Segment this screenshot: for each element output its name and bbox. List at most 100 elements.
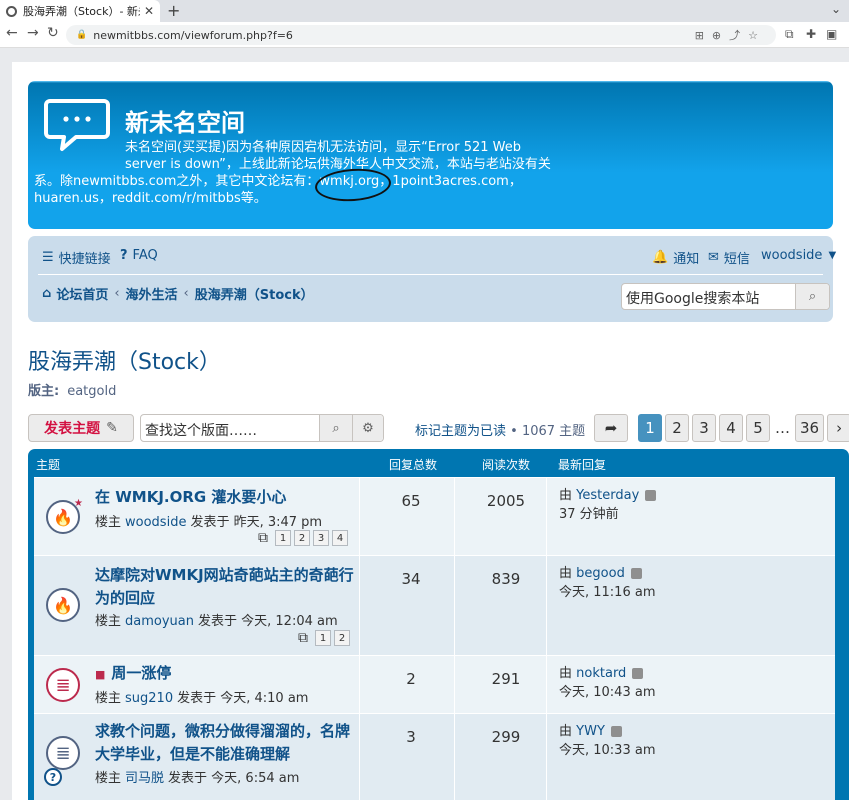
faq-label: FAQ	[132, 248, 158, 263]
view-count: 839	[491, 570, 521, 588]
user-menu[interactable]: woodside ▼	[761, 248, 836, 263]
last-post-user[interactable]: noktard	[576, 666, 626, 681]
last-post-time: 今天, 10:43 am	[559, 685, 656, 700]
table-row: 🔥 ★ 在 WMKJ.ORG 灌水要小心 楼主 woodside 发表于 昨天, 3…	[34, 477, 835, 555]
new-tab-icon[interactable]: +	[167, 1, 180, 20]
lock-icon[interactable]: 🔒	[76, 30, 87, 40]
moderator-link[interactable]: eatgold	[67, 384, 116, 399]
last-post: 由 Yesterday 37 分钟前	[559, 486, 657, 524]
page-button[interactable]: 2	[665, 414, 689, 442]
faq-link[interactable]: ? FAQ	[120, 248, 158, 263]
table-header: 主题 回复总数 阅读次数 最新回复	[28, 449, 849, 477]
back-icon[interactable]: ←	[6, 25, 18, 41]
crumb-overseas[interactable]: 海外生活	[126, 284, 178, 303]
posted-time: 发表于 昨天, 3:47 pm	[190, 515, 323, 530]
last-post-time: 今天, 10:33 am	[559, 743, 656, 758]
username: woodside	[761, 248, 823, 263]
forum-search-input[interactable]: 查找这个版面……	[141, 415, 320, 441]
last-post-user[interactable]: YWY	[576, 724, 605, 739]
pages-icon: ⧉	[258, 530, 268, 546]
page-button[interactable]: 4	[719, 414, 743, 442]
forward-icon[interactable]: →	[27, 25, 39, 41]
reply-count: 65	[401, 492, 421, 510]
topic-meta: 楼主 damoyuan 发表于 今天, 12:04 am	[95, 610, 338, 629]
mini-page[interactable]: 2	[334, 630, 350, 646]
topic-title[interactable]: 求教个问题，微积分做得溜溜的，名牌 大学毕业，但是不能准确理解	[95, 720, 350, 766]
goto-post-icon[interactable]	[630, 568, 642, 579]
forum-title[interactable]: 股海弄潮（Stock）	[28, 344, 221, 376]
last-post-user[interactable]: Yesterday	[576, 488, 639, 503]
breadcrumb: ⌂ 论坛首页 ‹ 海外生活 ‹ 股海弄潮（Stock）	[42, 284, 314, 303]
topic-author[interactable]: 司马脱	[125, 771, 164, 786]
tab-close-icon[interactable]: ✕	[144, 4, 154, 18]
view-count: 291	[491, 670, 521, 688]
new-topic-button[interactable]: 发表主题 ✎	[28, 414, 134, 442]
google-search: 使用Google搜索本站 ⌕	[621, 283, 830, 310]
topic-author[interactable]: damoyuan	[125, 614, 194, 629]
tab-search-icon[interactable]: ⌄	[831, 2, 841, 16]
mini-page[interactable]: 1	[275, 530, 291, 546]
mini-pagination: ⧉ 1 2	[298, 630, 350, 646]
crumb-home[interactable]: 论坛首页	[56, 284, 108, 303]
last-by-label: 由	[559, 488, 573, 503]
help-icon[interactable]: ?	[44, 768, 62, 786]
topic-title-line: 求教个问题，微积分做得溜溜的，名牌	[95, 722, 351, 740]
page-ellipsis: …	[775, 419, 790, 437]
next-page-icon[interactable]: ›	[827, 414, 849, 442]
search-icon[interactable]: ⌕	[320, 415, 353, 441]
page-button[interactable]: 1	[638, 414, 662, 442]
mini-page[interactable]: 1	[315, 630, 331, 646]
page-button[interactable]: 36	[795, 414, 825, 442]
mini-page[interactable]: 2	[294, 530, 310, 546]
google-search-input[interactable]: 使用Google搜索本站	[622, 284, 796, 309]
address-bar[interactable]: 🔒 newmitbbs.com/viewforum.php?f=6 ⊞⊕⤴☆	[66, 25, 776, 45]
posted-time: 发表于 今天, 6:54 am	[168, 771, 300, 786]
omnibox-tools-icon[interactable]: ⊞⊕⤴☆	[695, 27, 766, 43]
page-button[interactable]: 5	[746, 414, 770, 442]
topic-title[interactable]: 在 WMKJ.ORG 灌水要小心	[95, 486, 286, 509]
question-circle-icon: ?	[120, 248, 128, 263]
topic-title[interactable]: 达摩院对WMKJ网站奇葩站主的奇葩行 为的回应	[95, 564, 354, 610]
private-messages-link[interactable]: ✉ 短信	[708, 248, 750, 267]
browser-tabstrip: 股海弄潮（Stock）- 新未 ✕ + ⌄	[0, 0, 849, 22]
page: 新未名空间 未名空间(买买提)因为各种原因宕机无法访问，显示“Error 521…	[12, 62, 849, 800]
goto-post-icon[interactable]	[610, 726, 622, 737]
page-button[interactable]: 3	[692, 414, 716, 442]
jump-to-page-icon[interactable]: ➦	[594, 414, 628, 442]
notifications-link[interactable]: 🔔 通知	[652, 248, 699, 267]
sidepanel-icon[interactable]: ▣	[826, 27, 837, 41]
site-title[interactable]: 新未名空间	[125, 103, 245, 138]
mark-read-link[interactable]: 标记主题为已读	[415, 424, 506, 439]
quicklinks-menu[interactable]: ☰ 快捷链接	[42, 248, 111, 267]
crumb-sep: ‹	[183, 286, 189, 301]
mini-page[interactable]: 4	[332, 530, 348, 546]
pagination: ➦ 1 2 3 4 5 … 36 ›	[594, 414, 849, 442]
topic-title-line: 为的回应	[95, 589, 156, 607]
divider	[359, 478, 360, 555]
site-header: 新未名空间 未名空间(买买提)因为各种原因宕机无法访问，显示“Error 521…	[28, 81, 833, 229]
goto-post-icon[interactable]	[645, 490, 657, 501]
navbar: ☰ 快捷链接 ? FAQ 🔔 通知 ✉ 短信 woodside ▼ ⌂ 论坛首页…	[28, 236, 836, 322]
topic-author[interactable]: sug210	[125, 691, 173, 706]
hamburger-icon: ☰	[42, 250, 54, 265]
puzzle-icon[interactable]: ✚	[806, 27, 816, 41]
extension-icon[interactable]: ⧉	[785, 27, 794, 42]
crumb-stock[interactable]: 股海弄潮（Stock）	[195, 284, 314, 303]
mini-page[interactable]: 3	[313, 530, 329, 546]
goto-post-icon[interactable]	[632, 668, 644, 679]
topic-count: • 1067 主题	[510, 424, 586, 439]
browser-toolbar: ← → ↻ 🔒 newmitbbs.com/viewforum.php?f=6 …	[0, 22, 849, 48]
forum-search: 查找这个版面…… ⌕ ⚙	[140, 414, 384, 442]
topic-title[interactable]: ■ 周一涨停	[95, 662, 171, 686]
reply-count: 3	[406, 728, 416, 746]
tab-title: 股海弄潮（Stock）- 新未	[23, 5, 140, 18]
topic-list-icon: ≣	[46, 736, 80, 770]
last-post-user[interactable]: begood	[576, 566, 625, 581]
gear-icon[interactable]: ⚙	[353, 415, 383, 441]
pm-label: 短信	[723, 252, 750, 267]
search-icon[interactable]: ⌕	[796, 284, 829, 309]
topic-author[interactable]: woodside	[125, 515, 186, 530]
divider	[359, 656, 360, 713]
reload-icon[interactable]: ↻	[47, 25, 59, 41]
browser-tab[interactable]: 股海弄潮（Stock）- 新未 ✕	[0, 0, 160, 22]
